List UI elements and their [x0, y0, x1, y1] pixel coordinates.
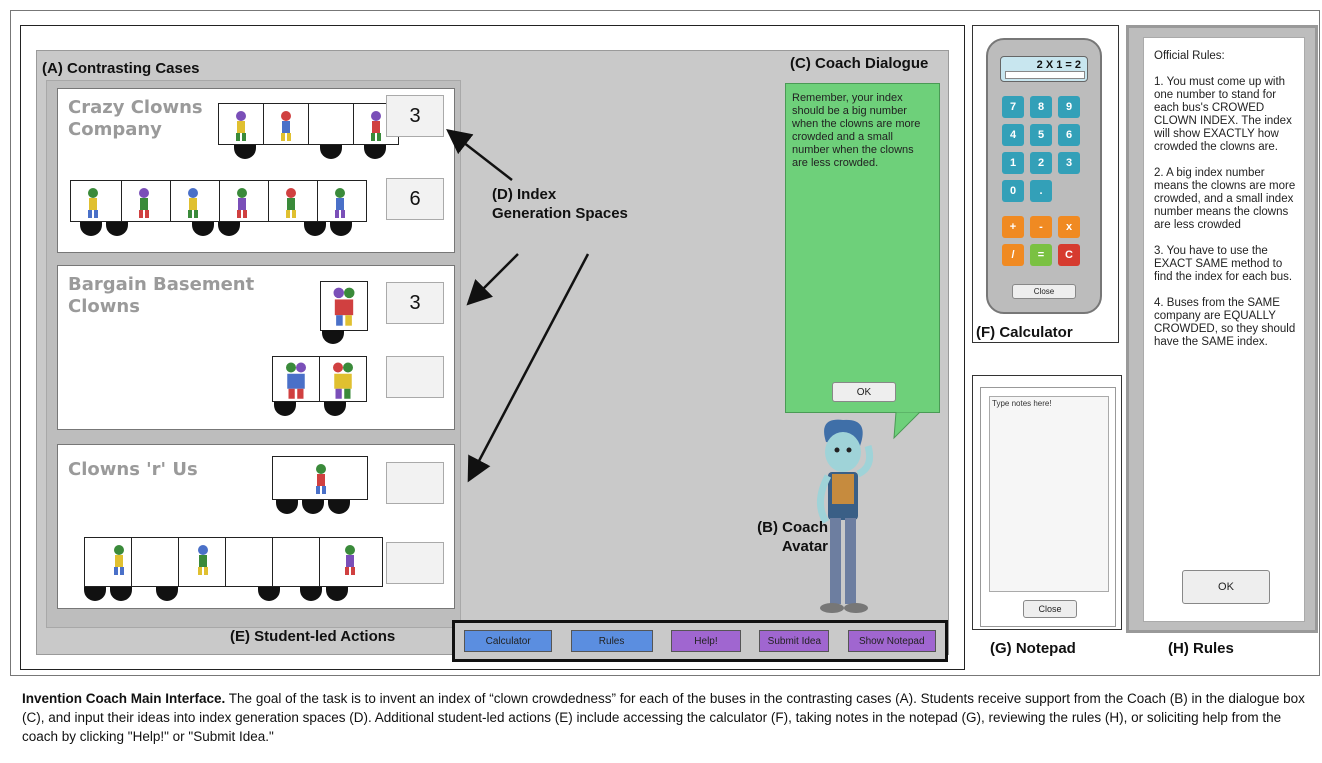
notepad-textarea[interactable]: Type notes here!	[989, 396, 1109, 592]
rule-item: 3. You have to use the EXACT SAME method…	[1154, 245, 1293, 283]
key-9[interactable]: 9	[1058, 96, 1080, 118]
key-equals[interactable]: =	[1030, 244, 1052, 266]
rule-item: 2. A big index number means the clowns a…	[1154, 167, 1296, 231]
calculator-display-text: 2 X 1 = 2	[1036, 59, 1081, 71]
figure-caption: Invention Coach Main Interface. The goal…	[22, 689, 1312, 746]
key-decimal[interactable]: .	[1030, 180, 1052, 202]
key-6[interactable]: 6	[1058, 124, 1080, 146]
student-actions-bar: Calculator Rules Help! Submit Idea Show …	[452, 620, 948, 662]
calculator-button[interactable]: Calculator	[464, 630, 553, 652]
rules-title: Official Rules:	[1154, 50, 1225, 62]
coach-avatar-icon	[817, 419, 874, 613]
caption-title: Invention Coach Main Interface.	[22, 691, 226, 706]
key-multiply[interactable]: x	[1058, 216, 1080, 238]
arrow	[446, 128, 513, 181]
key-plus[interactable]: +	[1002, 216, 1024, 238]
calculator-widget: 2 X 1 = 2 7 8 9 4 5 6 1 2 3 0 . + - x / …	[986, 38, 1102, 314]
coach-dialogue-box: Remember, your index should be a big num…	[785, 83, 940, 413]
coach-message: Remember, your index should be a big num…	[792, 92, 921, 169]
bubble-tail	[893, 412, 921, 440]
key-4[interactable]: 4	[1002, 124, 1024, 146]
key-0[interactable]: 0	[1002, 180, 1024, 202]
calculator-slider[interactable]	[1005, 71, 1085, 79]
coach-ok-button[interactable]: OK	[832, 382, 896, 402]
key-2[interactable]: 2	[1030, 152, 1052, 174]
key-5[interactable]: 5	[1030, 124, 1052, 146]
notepad-close-button[interactable]: Close	[1023, 600, 1077, 618]
help-button[interactable]: Help!	[670, 630, 741, 652]
notepad-widget: Type notes here! Close	[980, 387, 1116, 627]
key-7[interactable]: 7	[1002, 96, 1024, 118]
calculator-close-button[interactable]: Close	[1012, 284, 1076, 299]
key-divide[interactable]: /	[1002, 244, 1024, 266]
key-8[interactable]: 8	[1030, 96, 1052, 118]
coach-avatar-label: (B) Coach Avatar	[757, 519, 828, 555]
rule-item: 1. You must come up with one number to s…	[1154, 76, 1292, 153]
rules-label: (H) Rules	[1168, 640, 1234, 657]
notepad-label: (G) Notepad	[990, 640, 1076, 657]
key-clear[interactable]: C	[1058, 244, 1080, 266]
rules-ok-button[interactable]: OK	[1182, 570, 1270, 604]
calculator-label: (F) Calculator	[976, 324, 1073, 341]
rules-button[interactable]: Rules	[570, 630, 653, 652]
arrow	[466, 253, 519, 306]
key-minus[interactable]: -	[1030, 216, 1052, 238]
show-notepad-button[interactable]: Show Notepad	[847, 630, 936, 652]
key-1[interactable]: 1	[1002, 152, 1024, 174]
rule-item: 4. Buses from the SAME company are EQUAL…	[1154, 297, 1296, 348]
key-3[interactable]: 3	[1058, 152, 1080, 174]
submit-idea-button[interactable]: Submit Idea	[759, 630, 830, 652]
arrow	[467, 253, 590, 483]
calculator-display: 2 X 1 = 2	[1000, 56, 1088, 82]
rules-widget: Official Rules: 1. You must come up with…	[1143, 37, 1305, 622]
student-actions-label: (E) Student-led Actions	[230, 628, 396, 645]
